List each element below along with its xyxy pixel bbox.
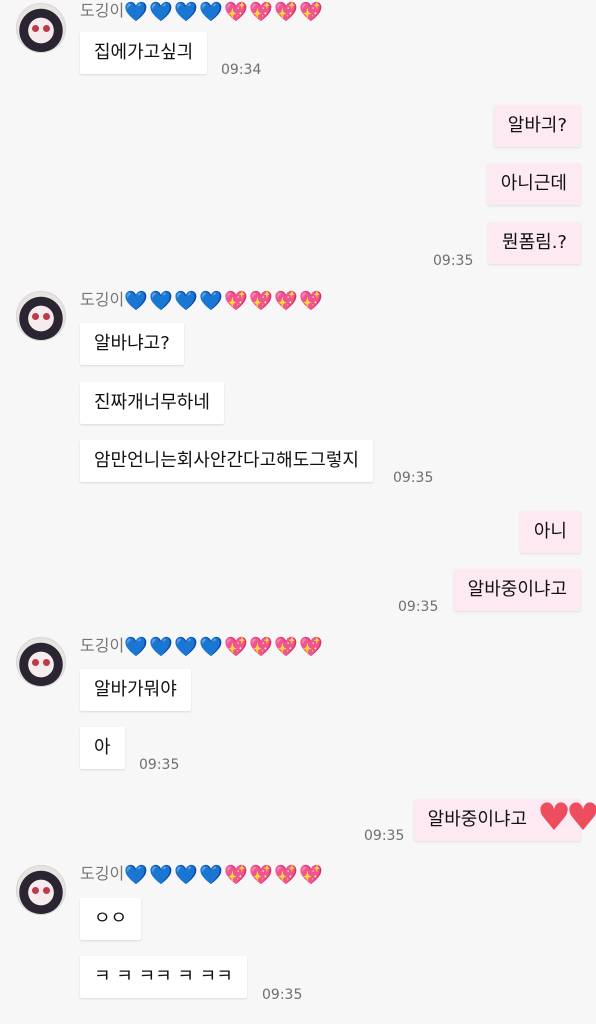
blue-heart-icon: 💙 <box>124 0 148 23</box>
sender-name: 도깅이 <box>80 636 125 655</box>
sparkling-heart-icon: 💖 <box>249 635 273 658</box>
incoming-message[interactable]: ㅋ ㅋ ㅋㅋ ㅋ ㅋㅋ <box>80 956 247 998</box>
blue-heart-icon: 💙 <box>149 863 173 886</box>
incoming-message[interactable]: 아 <box>80 727 125 769</box>
outgoing-message[interactable]: 알바중이냐고 <box>453 569 581 611</box>
incoming-message[interactable]: 집에가고싶긔 <box>80 32 208 74</box>
sparkling-heart-icon: 💖 <box>274 289 298 312</box>
sender-name: 도깅이 <box>80 1 125 20</box>
blue-heart-icon: 💙 <box>174 635 198 658</box>
outgoing-message[interactable]: 아니근데 <box>486 163 581 205</box>
message-timestamp: 09:35 <box>139 757 180 773</box>
sparkling-heart-icon: 💖 <box>249 0 273 23</box>
sparkling-heart-icon: 💖 <box>274 863 298 886</box>
sender-name-row: 도깅이💙💙💙💙💖💖💖💖 <box>80 0 324 23</box>
sparkling-heart-icon: 💖 <box>274 635 298 658</box>
outgoing-message[interactable]: 알바긔? <box>493 105 581 147</box>
heart-sticker: ♥ <box>566 795 596 839</box>
sender-name: 도깅이 <box>80 290 125 309</box>
blue-heart-icon: 💙 <box>199 0 223 23</box>
message-timestamp: 09:35 <box>433 253 474 269</box>
sender-avatar[interactable] <box>16 291 66 341</box>
message-timestamp: 09:34 <box>221 62 262 78</box>
outgoing-message[interactable]: 뭔폼림.? <box>488 222 581 264</box>
sparkling-heart-icon: 💖 <box>299 0 323 23</box>
sparkling-heart-icon: 💖 <box>274 0 298 23</box>
incoming-message[interactable]: ㅇㅇ <box>80 898 142 940</box>
sender-name-row: 도깅이💙💙💙💙💖💖💖💖 <box>80 862 324 886</box>
sparkling-heart-icon: 💖 <box>224 863 248 886</box>
message-timestamp: 09:35 <box>398 599 439 615</box>
blue-heart-icon: 💙 <box>124 863 148 886</box>
blue-heart-icon: 💙 <box>174 289 198 312</box>
sender-name-row: 도깅이💙💙💙💙💖💖💖💖 <box>80 288 324 312</box>
incoming-message[interactable]: 진짜개너무하네 <box>80 382 224 424</box>
sender-avatar[interactable] <box>16 865 66 915</box>
blue-heart-icon: 💙 <box>174 863 198 886</box>
blue-heart-icon: 💙 <box>149 635 173 658</box>
sparkling-heart-icon: 💖 <box>299 289 323 312</box>
sender-name-row: 도깅이💙💙💙💙💖💖💖💖 <box>80 634 324 658</box>
blue-heart-icon: 💙 <box>124 289 148 312</box>
blue-heart-icon: 💙 <box>124 635 148 658</box>
outgoing-message[interactable]: 아니 <box>519 511 581 553</box>
sender-avatar[interactable] <box>16 637 66 687</box>
sparkling-heart-icon: 💖 <box>224 0 248 23</box>
blue-heart-icon: 💙 <box>199 635 223 658</box>
message-timestamp: 09:35 <box>393 470 434 486</box>
blue-heart-icon: 💙 <box>149 289 173 312</box>
sparkling-heart-icon: 💖 <box>224 635 248 658</box>
sparkling-heart-icon: 💖 <box>249 289 273 312</box>
sender-avatar[interactable] <box>16 3 66 53</box>
sparkling-heart-icon: 💖 <box>224 289 248 312</box>
message-timestamp: 09:35 <box>262 987 303 1003</box>
sparkling-heart-icon: 💖 <box>299 635 323 658</box>
incoming-message[interactable]: 알바가뭐야 <box>80 669 191 711</box>
incoming-message[interactable]: 암만언니는회사안간다고해도그렇지 <box>80 440 373 482</box>
sparkling-heart-icon: 💖 <box>249 863 273 886</box>
blue-heart-icon: 💙 <box>199 863 223 886</box>
blue-heart-icon: 💙 <box>174 0 198 23</box>
heart-sticker: ♥ <box>537 795 572 839</box>
message-timestamp: 09:35 <box>364 828 405 844</box>
sender-name: 도깅이 <box>80 864 125 883</box>
blue-heart-icon: 💙 <box>199 289 223 312</box>
incoming-message[interactable]: 알바냐고? <box>80 323 184 365</box>
blue-heart-icon: 💙 <box>149 0 173 23</box>
sparkling-heart-icon: 💖 <box>299 863 323 886</box>
